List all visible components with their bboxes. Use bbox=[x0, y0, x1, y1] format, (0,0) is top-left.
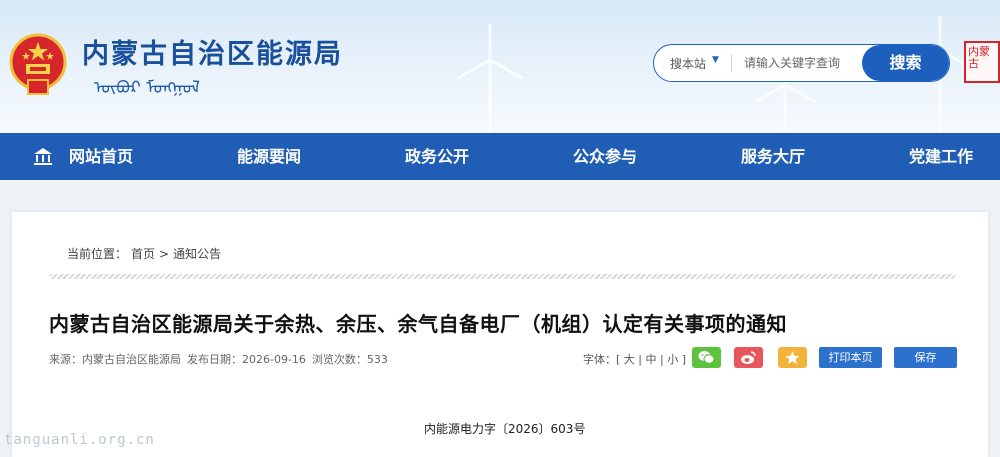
breadcrumb: 当前位置： 首页 > 通知公告 bbox=[67, 245, 225, 262]
font-size-switcher: 字体：[ 大 | 中 | 小 ] bbox=[583, 351, 686, 367]
nav-item-gov-affairs[interactable]: 政务公开 bbox=[405, 133, 469, 180]
font-size-large[interactable]: 大 bbox=[624, 353, 635, 366]
watermark-text: tanguanli.org.cn bbox=[4, 432, 155, 448]
font-size-bracket-close: ] bbox=[681, 353, 687, 366]
nav-item-energy-news[interactable]: 能源要闻 bbox=[237, 133, 301, 180]
article-date: 发布日期：2026-09-16 bbox=[187, 353, 306, 366]
font-size-small[interactable]: 小 bbox=[667, 353, 678, 366]
site-subtitle-mongolian: ᠥᠪᠦᠷ ᠮᠣᠩᠭᠣᠯ bbox=[94, 78, 200, 98]
national-emblem-icon bbox=[9, 33, 67, 95]
article-source: 来源：内蒙古自治区能源局 bbox=[49, 353, 181, 366]
article-views: 浏览次数：533 bbox=[311, 353, 388, 366]
search-box: 搜本站 ▼ 搜索 bbox=[653, 44, 950, 82]
share-weibo-button[interactable] bbox=[734, 347, 763, 368]
save-button[interactable]: 保存 bbox=[894, 347, 957, 368]
font-size-divider: | bbox=[638, 353, 643, 366]
wechat-icon bbox=[698, 351, 715, 364]
turbine-decoration-icon bbox=[457, 24, 523, 133]
star-icon bbox=[785, 351, 800, 364]
main-nav: 网站首页 能源要闻 政务公开 公众参与 服务大厅 党建工作 bbox=[0, 133, 1000, 180]
article-title: 内蒙古自治区能源局关于余热、余压、余气自备电厂（机组）认定有关事项的通知 bbox=[49, 312, 787, 336]
search-button[interactable]: 搜索 bbox=[862, 45, 949, 81]
article-card: 当前位置： 首页 > 通知公告 内蒙古自治区能源局关于余热、余压、余气自备电厂（机组）… bbox=[12, 212, 988, 457]
article-meta: 来源：内蒙古自治区能源局 发布日期：2026-09-16 浏览次数：533 bbox=[49, 351, 394, 367]
search-divider bbox=[731, 54, 732, 72]
print-button[interactable]: 打印本页 bbox=[819, 347, 882, 368]
site-header: 内蒙古自治区能源局 ᠥᠪᠦᠷ ᠮᠣᠩᠭᠣᠯ 搜本站 ▼ 搜索 内蒙古 bbox=[0, 0, 1000, 133]
share-wechat-button[interactable] bbox=[692, 347, 721, 368]
favorite-button[interactable] bbox=[778, 347, 807, 368]
nav-item-service-hall[interactable]: 服务大厅 bbox=[741, 133, 805, 180]
nav-item-party-building[interactable]: 党建工作 bbox=[909, 133, 973, 180]
nav-item-public-participation[interactable]: 公众参与 bbox=[573, 133, 637, 180]
font-size-medium[interactable]: 中 bbox=[646, 353, 657, 366]
font-size-label: 字体： bbox=[583, 353, 616, 366]
divider-stripe bbox=[50, 274, 955, 279]
breadcrumb-separator: > bbox=[159, 247, 170, 261]
breadcrumb-home-link[interactable]: 首页 bbox=[131, 247, 155, 261]
document-number: 内能源电力字〔2026〕603号 bbox=[424, 422, 586, 436]
inner-mongolia-seal-logo: 内蒙古 bbox=[964, 41, 1000, 83]
breadcrumb-current-link[interactable]: 通知公告 bbox=[173, 247, 221, 261]
site-title[interactable]: 内蒙古自治区能源局 bbox=[82, 32, 343, 71]
font-size-divider: | bbox=[660, 353, 664, 366]
font-size-bracket-open: [ bbox=[616, 353, 621, 366]
breadcrumb-prefix: 当前位置： bbox=[67, 247, 128, 261]
chevron-down-icon[interactable]: ▼ bbox=[712, 55, 719, 65]
nav-item-home[interactable]: 网站首页 bbox=[69, 133, 133, 180]
home-icon[interactable] bbox=[33, 147, 53, 165]
search-input[interactable] bbox=[744, 53, 854, 73]
weibo-icon bbox=[741, 351, 756, 364]
search-scope-select[interactable]: 搜本站 bbox=[670, 55, 706, 72]
